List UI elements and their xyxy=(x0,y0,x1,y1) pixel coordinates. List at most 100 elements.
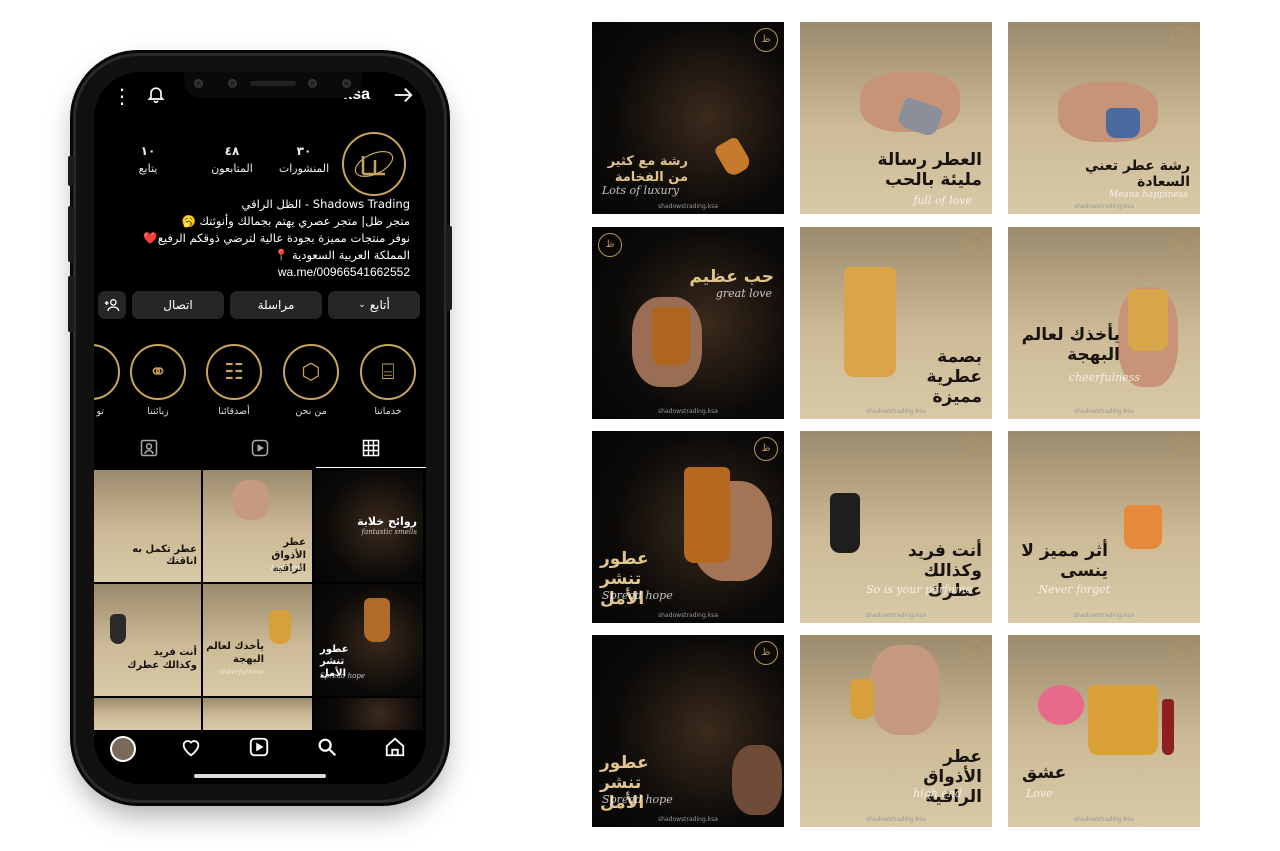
bottle-shape xyxy=(1106,108,1140,138)
follow-button[interactable]: ⌄ أتابع xyxy=(328,291,420,319)
arrow-right-icon[interactable] xyxy=(392,84,414,111)
grid-post[interactable] xyxy=(314,698,423,730)
post-tile[interactable]: ظ حب عظيم great love shadowstrading.ksa xyxy=(592,227,784,419)
profile-avatar[interactable] xyxy=(342,132,406,196)
profile-stats: ١٠ يتابع ٤٨ المتابعون ٣٠ المنشورات xyxy=(114,144,329,184)
suggest-user-button[interactable] xyxy=(98,291,126,319)
bottle-shape xyxy=(652,307,690,365)
speaker xyxy=(250,81,296,86)
brand-logo-icon: ظ xyxy=(754,641,778,665)
volume-up-button xyxy=(68,206,74,262)
heart-icon xyxy=(182,740,200,757)
search-nav-button[interactable] xyxy=(312,736,342,763)
highlight-about[interactable]: ⬡ xyxy=(283,344,339,400)
message-button[interactable]: مراسلة xyxy=(230,291,322,319)
contact-button[interactable]: اتصال xyxy=(132,291,224,319)
face-shape xyxy=(233,480,269,520)
customers-icon: ⚭ xyxy=(148,359,168,385)
grid-post[interactable] xyxy=(94,698,201,730)
highlight-label: زبائننا xyxy=(147,406,169,417)
post-tile[interactable]: ظ يأخذك لعالم البهجة cheerfulness shadow… xyxy=(1008,227,1200,419)
instagram-profile-screen: ⋮ ksa ١٠ يتابع ٤٨ المتابعون ٣٠ المنشورات Sh… xyxy=(94,72,426,784)
home-indicator xyxy=(194,774,326,778)
bottle-shape xyxy=(684,467,730,563)
post-subtitle: cheerfulness xyxy=(1068,371,1140,384)
post-subtitle: Spread hope xyxy=(602,589,673,602)
post-tile[interactable]: ظ عطر الأذواق الراقية high end shadowstr… xyxy=(800,635,992,827)
bio-line: متجر ظل| متجر عصري يهتم بجمالك وأنوثتك 🥱 xyxy=(181,214,410,228)
brand-logo-icon: ظ xyxy=(962,641,986,665)
grid-post[interactable]: عطر الأذواق الراقية high end xyxy=(203,470,312,582)
post-subtitle: high end xyxy=(913,787,962,800)
reels-nav-button[interactable] xyxy=(244,736,274,763)
grid-post[interactable]: أنت فريد وكذالك عطرك xyxy=(94,584,201,696)
highlight-services[interactable]: ⌸ xyxy=(360,344,416,400)
highlight-partial[interactable] xyxy=(94,344,120,400)
post-tile[interactable]: العطر رسالة مليئة بالحب full of love xyxy=(800,22,992,214)
avatar xyxy=(110,736,136,762)
mute-switch xyxy=(68,156,74,186)
front-camera xyxy=(342,79,351,88)
more-options-icon[interactable]: ⋮ xyxy=(112,84,132,108)
grid-post[interactable]: روائح خلابة fantastic smells xyxy=(314,470,423,582)
post-handle: shadowstrading.ksa xyxy=(866,612,926,619)
post-handle: shadowstrading.ksa xyxy=(658,816,718,823)
grid-post[interactable]: عطر تكمل به اناقتك xyxy=(94,470,201,582)
bio-line: نوفر منتجات مميزة بجودة عالية لترضي ذوقك… xyxy=(143,231,410,245)
brand-logo-icon: ظ xyxy=(754,28,778,52)
post-caption: أثر مميز لا ينسى xyxy=(1021,541,1108,581)
highlight-friends[interactable]: ☷ xyxy=(206,344,262,400)
tagged-icon xyxy=(140,439,158,457)
bottle-shape xyxy=(830,493,860,553)
sensor-dot xyxy=(228,79,237,88)
activity-button[interactable] xyxy=(176,736,206,763)
post-subtitle: cheerfulness xyxy=(218,668,264,676)
post-caption: يأخذك لعالم البهجة xyxy=(1021,325,1120,365)
bottle-shape xyxy=(713,135,753,179)
post-handle: shadowstrading.ksa xyxy=(1074,408,1134,415)
post-tile[interactable]: ظ رشة مع كثير من الفخامة Lots of luxury … xyxy=(592,22,784,214)
bottle-shape xyxy=(1128,289,1168,351)
grid-post[interactable] xyxy=(203,698,312,730)
post-tile[interactable]: ظ عشق Love shadowstrading.ksa xyxy=(1008,635,1200,827)
followers-count[interactable]: ٤٨ المتابعون xyxy=(200,144,264,175)
bio-line: المملكة العربية السعودية 📍 xyxy=(274,248,410,262)
following-count[interactable]: ١٠ يتابع xyxy=(116,144,180,175)
brand-logo-icon: ظ xyxy=(1170,641,1194,665)
highlight-customers[interactable]: ⚭ xyxy=(130,344,186,400)
post-tile[interactable]: ظ أنت فريد وكذالك عطرك So is your perfum… xyxy=(800,431,992,623)
home-nav-button[interactable] xyxy=(380,736,410,763)
posts-count: ٣٠ المنشورات xyxy=(278,144,330,175)
chevron-down-icon: ⌄ xyxy=(358,300,366,310)
grid-post[interactable]: يأخذك لعالم البهجة cheerfulness xyxy=(203,584,312,696)
grid-icon xyxy=(362,439,380,457)
post-subtitle: full of love xyxy=(913,194,972,207)
box-icon: ⬡ xyxy=(301,359,321,385)
post-tile[interactable]: ظ عطور تنشر الأمل Spread hope shadowstra… xyxy=(592,635,784,827)
post-tile[interactable]: ظ بصمة عطرية مميزة shadowstrading.ksa xyxy=(800,227,992,419)
bio-link[interactable]: wa.me/00966541662552 xyxy=(110,264,410,281)
highlight-label: تو xyxy=(96,406,104,417)
post-subtitle: Spread hope xyxy=(320,672,365,680)
post-subtitle: Love xyxy=(1026,787,1053,800)
bottle-shape xyxy=(1088,685,1158,755)
post-subtitle: high end xyxy=(270,564,302,572)
sensor-dot xyxy=(194,79,203,88)
post-tile[interactable]: ظ أثر مميز لا ينسى Never forget shadowst… xyxy=(1008,431,1200,623)
profile-nav-avatar[interactable] xyxy=(108,736,138,762)
tab-reels[interactable] xyxy=(205,438,315,463)
tab-grid[interactable] xyxy=(316,438,426,463)
post-handle: shadowstrading.ksa xyxy=(866,816,926,823)
hand-shape xyxy=(732,745,782,815)
sensor-dot xyxy=(308,79,317,88)
tab-tagged[interactable] xyxy=(94,438,204,463)
bottle-shape xyxy=(364,598,390,642)
grid-post[interactable]: عطور تنشر الأمل Spread hope xyxy=(314,584,423,696)
post-handle: shadowstrading.ksa xyxy=(1074,203,1134,210)
bell-icon[interactable] xyxy=(146,84,166,109)
post-tile[interactable]: ظ عطور تنشر الأمل Spread hope shadowstra… xyxy=(592,431,784,623)
post-tile[interactable]: ظ رشة عطر تعني السعادة Means happiness s… xyxy=(1008,22,1200,214)
post-handle: shadowstrading.ksa xyxy=(1074,816,1134,823)
brand-logo-icon: ظ xyxy=(962,437,986,461)
profile-tabs xyxy=(94,432,426,468)
